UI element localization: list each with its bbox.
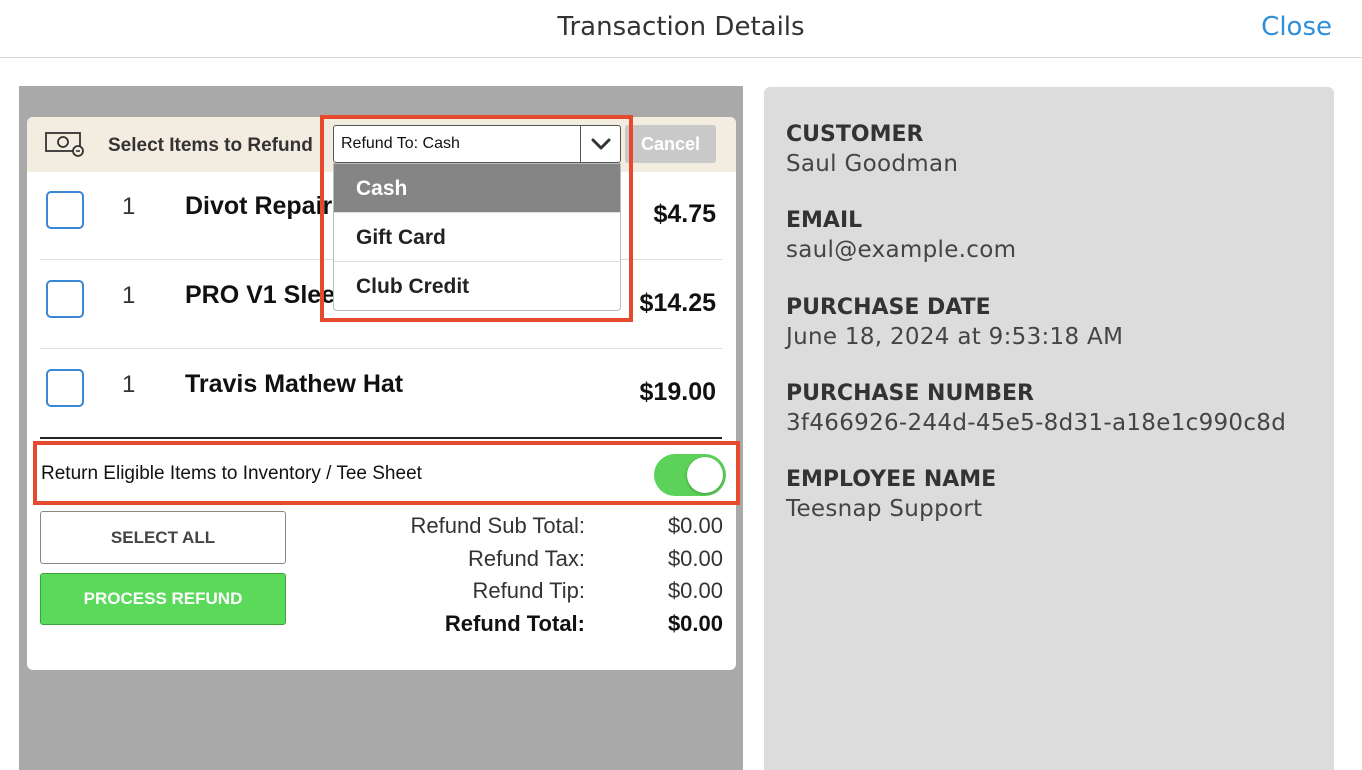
item-price: $19.00 [639,378,716,406]
purchase-date-info: PURCHASE DATE June 18, 2024 at 9:53:18 A… [786,295,1123,350]
employee-name-value: Teesnap Support [786,496,983,522]
process-refund-button[interactable]: PROCESS REFUND [40,573,286,625]
refund-tip-label: Refund Tip: [472,578,585,603]
item-name: Travis Mathew Hat [185,370,404,398]
customer-label: CUSTOMER [786,122,924,147]
items-divider [40,437,722,439]
item-checkbox[interactable] [46,280,84,318]
item-quantity: 1 [122,193,136,220]
refund-item-row: 1 Travis Mathew Hat $19.00 [40,350,722,438]
purchase-number-info: PURCHASE NUMBER 3f466926-244d-45e5-8d31-… [786,381,1286,436]
page-title: Transaction Details [557,12,805,42]
refund-subtotal-label: Refund Sub Total: [410,513,586,538]
email-value: saul@example.com [786,237,1017,263]
customer-value: Saul Goodman [786,151,959,177]
refund-total-value: $0.00 [667,610,723,636]
top-bar: Transaction Details Close [0,0,1362,58]
transaction-info-panel: CUSTOMER Saul Goodman EMAIL saul@example… [764,87,1334,770]
refund-tax-row: Refund Tax: $0.00 [327,544,723,577]
purchase-number-value: 3f466926-244d-45e5-8d31-a18e1c990c8d [786,410,1287,436]
refund-tip-row: Refund Tip: $0.00 [327,576,723,609]
select-items-heading: Select Items to Refund [108,135,313,156]
refund-totals: Refund Sub Total: $0.00 Refund Tax: $0.0… [327,511,724,642]
purchase-date-label: PURCHASE DATE [786,295,991,320]
email-label: EMAIL [786,208,863,233]
item-quantity: 1 [122,282,136,309]
close-button[interactable]: Close [1261,12,1332,42]
refund-total-row: Refund Total: $0.00 [327,609,723,642]
item-name: Divot Repair [185,192,333,220]
item-checkbox[interactable] [46,369,84,407]
email-info: EMAIL saul@example.com [786,208,1016,263]
highlight-box-return-inventory [33,441,740,505]
purchase-number-label: PURCHASE NUMBER [786,381,1034,406]
highlight-box-dropdown [320,115,633,322]
employee-name-info: EMPLOYEE NAME Teesnap Support [786,467,996,522]
item-name: PRO V1 Slee [185,281,336,309]
refund-tip-value: $0.00 [667,578,723,603]
refund-subtotal-value: $0.00 [667,513,723,538]
item-checkbox[interactable] [46,191,84,229]
item-price: $4.75 [653,200,716,228]
item-quantity: 1 [122,371,136,398]
item-price: $14.25 [639,289,716,317]
customer-info: CUSTOMER Saul Goodman [786,122,958,177]
purchase-date-value: June 18, 2024 at 9:53:18 AM [786,324,1124,350]
refund-tax-value: $0.00 [667,545,723,571]
cancel-button[interactable]: Cancel [625,125,716,163]
refund-tax-label: Refund Tax: [467,545,585,571]
employee-name-label: EMPLOYEE NAME [786,467,997,492]
select-all-button[interactable]: SELECT ALL [40,511,286,564]
cash-icon [45,132,84,157]
refund-subtotal-row: Refund Sub Total: $0.00 [327,511,724,544]
refund-total-label: Refund Total: [444,610,585,636]
